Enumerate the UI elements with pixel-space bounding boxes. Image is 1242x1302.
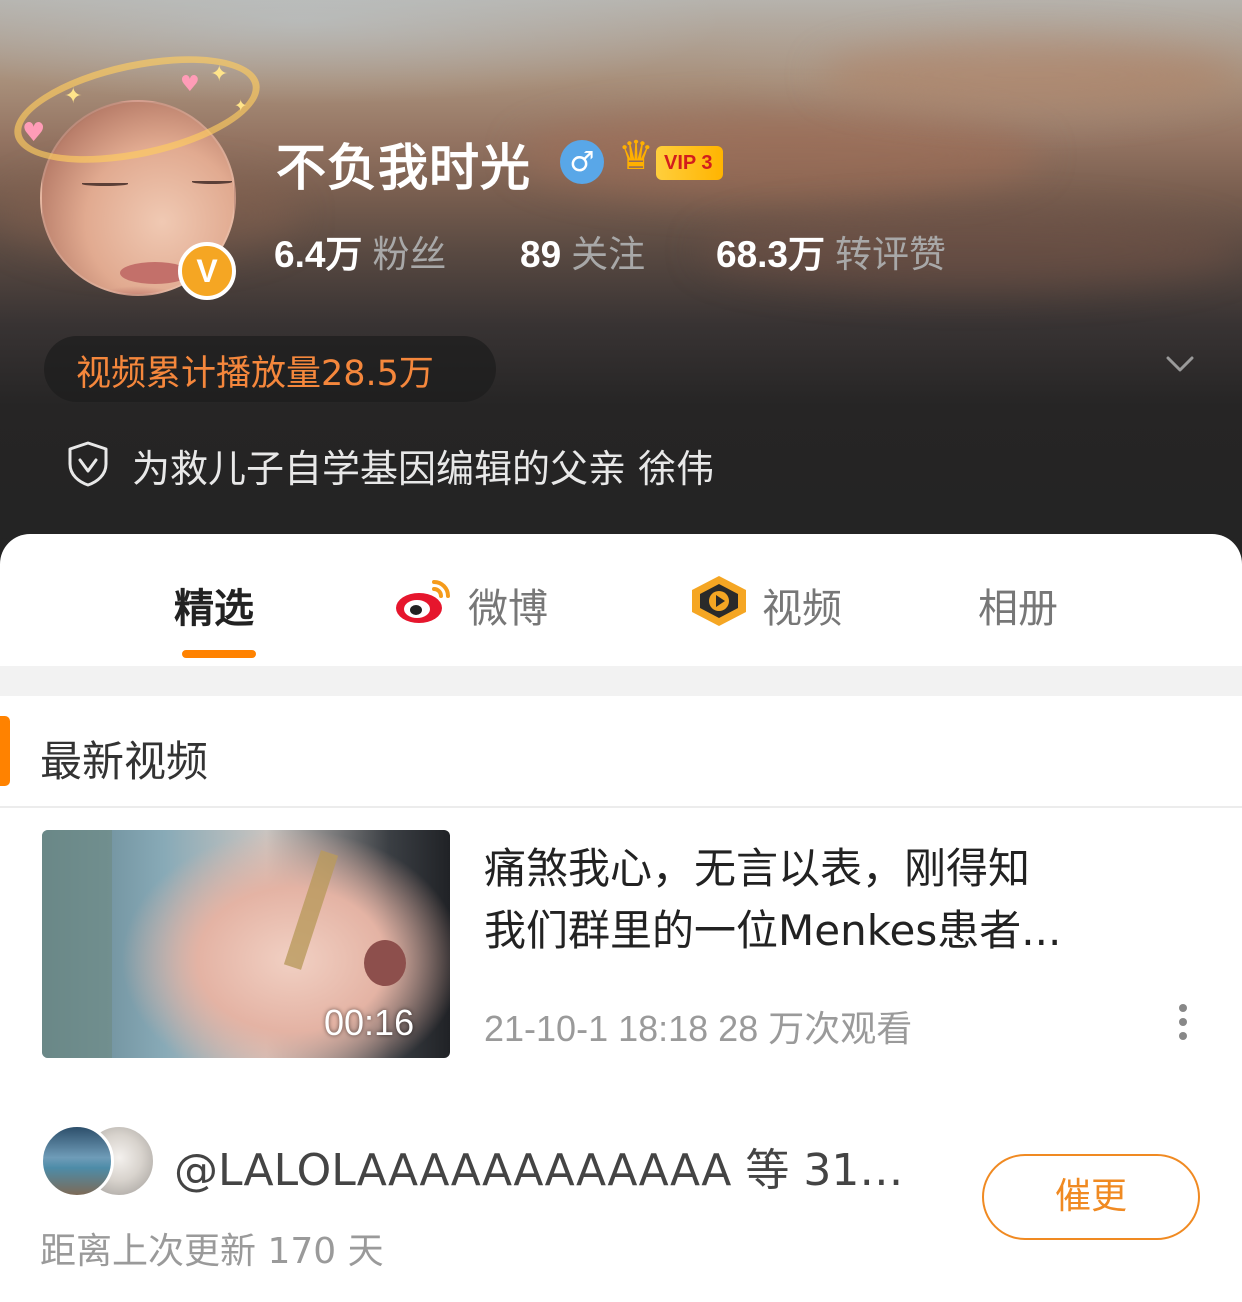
stat-number: 6.4万 <box>274 234 363 275</box>
avatar[interactable] <box>40 1124 114 1198</box>
stat-interactions[interactable]: 68.3万 转评赞 <box>716 224 946 278</box>
stat-label: 关注 <box>571 233 646 276</box>
profile-tabs: 精选 微博 视频 相册 <box>0 534 1242 668</box>
play-count-text: 视频累计播放量28.5万 <box>76 354 434 394</box>
stat-number: 68.3万 <box>716 234 826 275</box>
urge-users-text[interactable]: @LALOLAAAAAAAAAAAA 等 31… <box>174 1134 914 1198</box>
shield-icon <box>68 441 108 487</box>
tab-featured[interactable]: 精选 <box>174 576 254 632</box>
chevron-down-icon[interactable] <box>1166 350 1194 378</box>
section-gap <box>0 666 1242 696</box>
tab-weibo[interactable]: 微博 <box>468 576 548 632</box>
stat-label: 转评赞 <box>835 233 947 276</box>
male-icon: ♂ <box>560 140 604 184</box>
heart-icon: ♥ <box>22 118 46 148</box>
avatar-eye <box>192 180 232 184</box>
crown-icon: ♛ <box>618 133 654 179</box>
section-title: 最新视频 <box>40 737 209 786</box>
tab-album[interactable]: 相册 <box>978 576 1058 632</box>
last-update-text: 距离上次更新 170 天 <box>40 1231 384 1272</box>
sparkle-icon: ✦ <box>210 62 229 87</box>
sparkle-icon: ✦ <box>64 84 83 109</box>
video-title[interactable]: 痛煞我心，无言以表，刚得知 我们群里的一位Menkes患者... <box>484 838 1164 962</box>
weibo-icon <box>396 580 450 623</box>
heart-icon: ♥ <box>180 72 200 97</box>
video-title-line: 我们群里的一位Menkes患者... <box>484 906 1062 955</box>
divider <box>0 806 1242 808</box>
more-icon[interactable] <box>1176 1004 1190 1044</box>
profile-header: ✦ ✦ ✦ ♥ ♥ V 不负我时光 ♂ ♛ VIP 3 6.4万 粉丝 89 关注 … <box>0 0 1242 580</box>
thumbnail-shape <box>42 830 112 1058</box>
play-count-badge[interactable]: 视频累计播放量28.5万 <box>44 336 496 402</box>
video-meta: 21-10-1 18:18 28 万次观看 <box>484 1008 913 1049</box>
urge-update-button[interactable]: 催更 <box>982 1154 1200 1240</box>
tab-video[interactable]: 视频 <box>762 576 842 632</box>
stat-fans[interactable]: 6.4万 粉丝 <box>274 224 446 278</box>
verification-text: 为救儿子自学基因编辑的父亲 徐伟 <box>132 447 715 491</box>
username: 不负我时光 <box>276 139 531 197</box>
avatar-eye <box>82 182 128 186</box>
stat-number: 89 <box>520 234 562 275</box>
thumbnail-shape <box>364 940 406 986</box>
video-icon <box>692 576 746 626</box>
video-title-line: 痛煞我心，无言以表，刚得知 <box>484 844 1031 893</box>
video-duration: 00:16 <box>324 1002 415 1043</box>
thumbnail-shape <box>283 850 339 970</box>
background-dune <box>820 40 1240 110</box>
stat-following[interactable]: 89 关注 <box>520 224 645 278</box>
sparkle-icon: ✦ <box>234 96 248 115</box>
vip-badge[interactable]: VIP 3 <box>656 146 723 180</box>
stat-label: 粉丝 <box>372 233 447 276</box>
section-accent-bar <box>0 716 10 786</box>
tab-active-indicator <box>182 650 256 658</box>
verified-badge: V <box>178 242 236 300</box>
